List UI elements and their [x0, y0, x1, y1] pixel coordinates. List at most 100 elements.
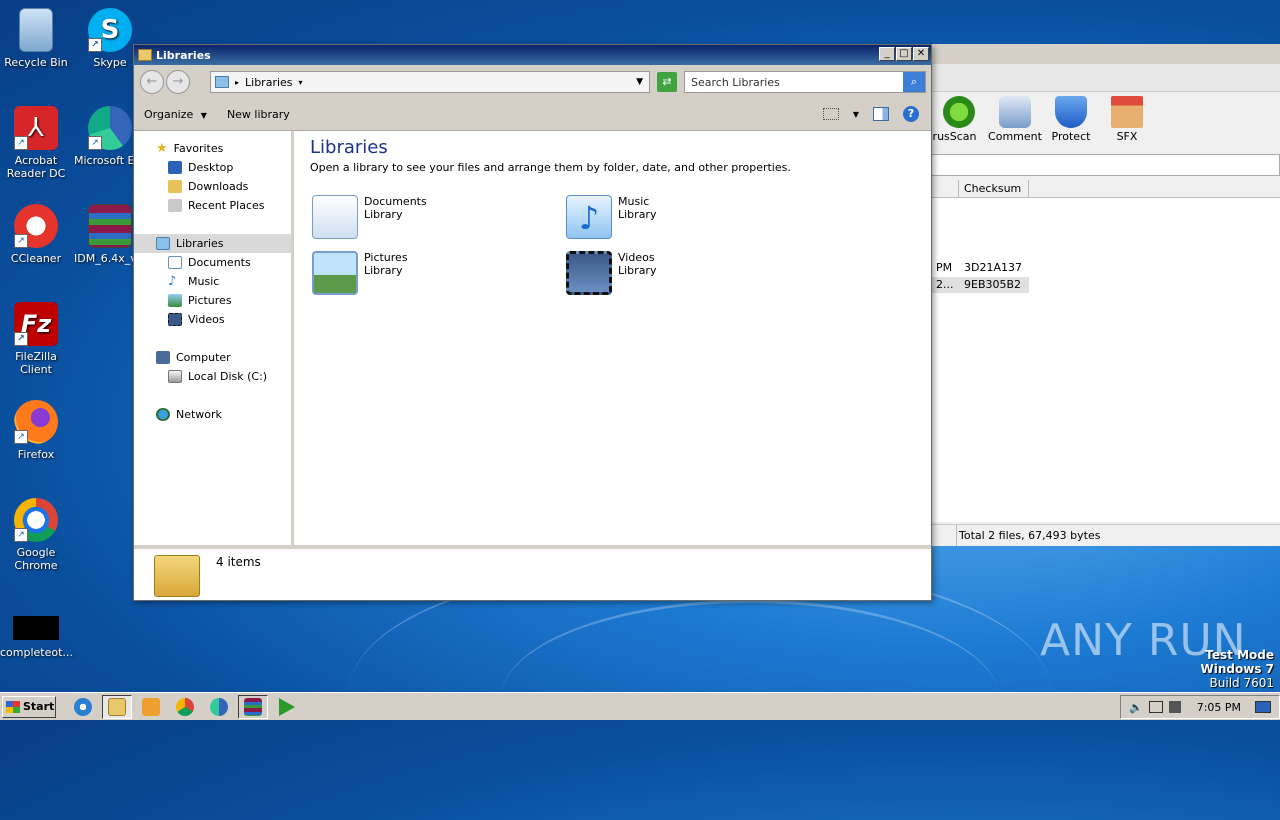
tool-sfx[interactable]: SFX — [1099, 92, 1155, 152]
library-type: Library — [364, 264, 403, 277]
ccleaner-icon: ↗ — [14, 204, 58, 248]
nav-libraries[interactable]: Libraries — [134, 234, 291, 253]
volume-icon[interactable]: 🔈 — [1129, 701, 1143, 714]
library-pictures[interactable]: Pictures Library — [312, 251, 408, 295]
view-options-icon[interactable] — [822, 108, 839, 120]
desktop-icon-firefox[interactable]: ↗ Firefox — [0, 400, 72, 461]
pictures-library-icon — [312, 251, 358, 295]
library-music[interactable]: ♪ Music Library — [566, 195, 656, 239]
tool-comment[interactable]: Comment — [987, 92, 1043, 152]
organize-button[interactable]: Organize ▼ — [144, 108, 207, 121]
minimize-button[interactable]: _ — [879, 47, 895, 61]
taskbar-edge[interactable] — [204, 695, 234, 719]
desktop-icon-label: Microsoft Ed — [74, 154, 136, 167]
winrar-titlebar — [931, 44, 1280, 64]
flag-icon[interactable] — [1168, 701, 1181, 713]
desktop-icon-chrome[interactable]: ↗ Google Chrome — [0, 498, 72, 572]
nav-videos[interactable]: Videos — [134, 310, 291, 329]
address-bar[interactable]: ▸ Libraries ▾ ▼ — [210, 71, 650, 93]
nav-pictures[interactable]: Pictures — [134, 291, 291, 310]
taskbar-chrome[interactable] — [170, 695, 200, 719]
address-history-dropdown[interactable]: ▼ — [636, 77, 643, 87]
documents-library-icon — [312, 195, 358, 239]
nav-local-disk[interactable]: Local Disk (C:) — [134, 367, 291, 386]
column-header-checksum[interactable]: Checksum — [959, 180, 1029, 197]
show-desktop-icon[interactable] — [1255, 701, 1272, 713]
desktop-icon-filezilla[interactable]: Fz ↗ FileZilla Client — [0, 302, 72, 376]
window-controls: _ □ ✕ — [879, 47, 929, 61]
winrar-icon — [244, 697, 262, 716]
desktop-icon-label: CCleaner — [10, 252, 62, 265]
videos-icon — [168, 313, 182, 326]
desktop-icon-recycle-bin[interactable]: Recycle Bin — [0, 8, 72, 69]
navigation-pane[interactable]: ★ Favorites Desktop Downloads Recent Pla… — [134, 131, 294, 546]
forward-button[interactable]: → — [166, 70, 190, 94]
desktop-icon-acrobat[interactable]: ⅄ ↗ Acrobat Reader DC — [0, 106, 72, 180]
content-pane[interactable]: Libraries Open a library to see your fil… — [294, 131, 931, 546]
back-button[interactable]: ← — [140, 70, 164, 94]
nav-label: Local Disk (C:) — [188, 370, 268, 383]
window-titlebar[interactable]: Libraries — [134, 45, 931, 65]
tool-virusscan[interactable]: irusScan — [929, 92, 987, 152]
search-input[interactable]: Search Libraries ⌕ — [684, 71, 926, 93]
nav-documents[interactable]: Documents — [134, 253, 291, 272]
nav-favorites[interactable]: ★ Favorites — [134, 139, 291, 158]
shortcut-arrow-icon: ↗ — [14, 528, 28, 542]
search-placeholder: Search Libraries — [691, 75, 780, 89]
new-library-button[interactable]: New library — [227, 108, 290, 121]
close-button[interactable]: ✕ — [913, 47, 929, 61]
taskbar-media-player[interactable] — [136, 695, 166, 719]
table-row[interactable]: 2... 9EB305B2 — [931, 277, 1029, 293]
nav-network[interactable]: Network — [134, 405, 291, 424]
network-tray-icon[interactable] — [1148, 701, 1163, 713]
explorer-body: ★ Favorites Desktop Downloads Recent Pla… — [134, 131, 931, 546]
nav-label: Favorites — [173, 142, 224, 155]
preview-pane-icon[interactable] — [873, 107, 889, 121]
explorer-window[interactable]: Libraries _ □ ✕ ← → ▸ Libraries ▾ ▼ ⇄ Se… — [133, 44, 932, 601]
nav-downloads[interactable]: Downloads — [134, 177, 291, 196]
taskbar-media-app[interactable] — [272, 695, 302, 719]
desktop-icon-ccleaner[interactable]: ↗ CCleaner — [0, 204, 72, 265]
refresh-button[interactable]: ⇄ — [657, 72, 677, 92]
clock[interactable]: 7:05 PM — [1197, 701, 1241, 714]
library-type: Library — [618, 208, 657, 221]
taskbar-ie[interactable] — [68, 695, 98, 719]
page-subtitle: Open a library to see your files and arr… — [310, 161, 791, 174]
help-icon[interactable]: ? — [903, 106, 919, 122]
chevron-down-icon[interactable]: ▼ — [853, 110, 859, 119]
winrar-file-list[interactable] — [931, 198, 1280, 522]
shortcut-arrow-icon: ↗ — [88, 38, 102, 52]
navigation-bar: ← → ▸ Libraries ▾ ▼ ⇄ Search Libraries ⌕ — [134, 65, 931, 99]
column-header-date[interactable] — [931, 180, 959, 197]
nav-label: Music — [188, 275, 220, 288]
tool-protect[interactable]: Protect — [1043, 92, 1099, 152]
chevron-right-icon[interactable]: ▸ — [235, 78, 239, 87]
library-videos[interactable]: Videos Library — [566, 251, 656, 295]
nav-recent-places[interactable]: Recent Places — [134, 196, 291, 215]
library-documents[interactable]: Documents Library — [312, 195, 427, 239]
status-text: Total 2 files, 67,493 bytes — [959, 529, 1101, 542]
desktop-icon-completeot[interactable]: completeot... — [0, 616, 73, 659]
taskbar-winrar[interactable] — [238, 694, 268, 719]
start-button[interactable]: Start — [2, 695, 56, 718]
nav-music[interactable]: ♪ Music — [134, 272, 291, 291]
nav-label: Documents — [188, 256, 251, 269]
nav-computer[interactable]: Computer — [134, 348, 291, 367]
nav-label: Pictures — [188, 294, 232, 307]
winrar-path-field[interactable] — [931, 154, 1280, 176]
shield-icon — [1055, 96, 1087, 128]
chevron-down-icon[interactable]: ▾ — [299, 78, 303, 87]
details-pane: 4 items — [134, 545, 931, 600]
table-row[interactable]: PM 3D21A137 — [931, 260, 1027, 276]
shortcut-arrow-icon: ↗ — [14, 234, 28, 248]
winrar-archive-icon — [88, 204, 132, 248]
breadcrumb[interactable]: Libraries — [245, 76, 293, 89]
taskbar-explorer[interactable] — [102, 694, 132, 719]
search-icon[interactable]: ⌕ — [903, 72, 925, 92]
tool-label: Comment — [988, 130, 1042, 143]
library-name: Videos — [618, 251, 655, 264]
winrar-window[interactable]: irusScan Comment Protect SFX Checksum PM… — [929, 44, 1280, 546]
desktop-icon-label: FileZilla Client — [15, 350, 57, 376]
nav-desktop[interactable]: Desktop — [134, 158, 291, 177]
maximize-button[interactable]: □ — [896, 47, 912, 61]
